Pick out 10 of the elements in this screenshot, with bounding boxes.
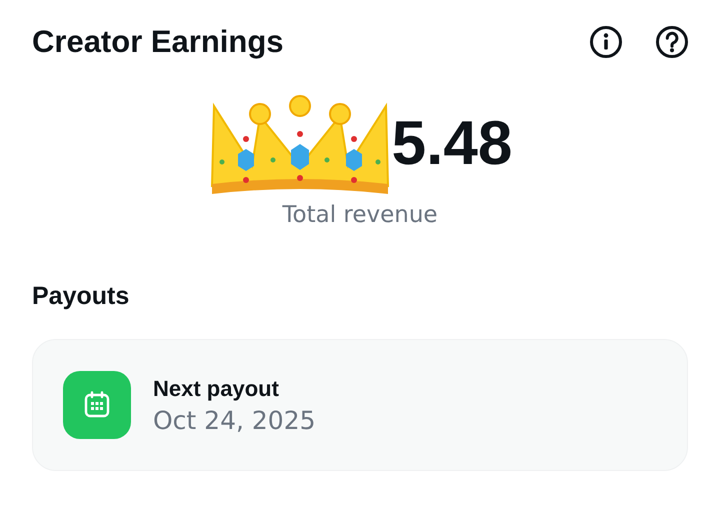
payout-title: Next payout bbox=[153, 376, 280, 402]
calendar-icon bbox=[63, 371, 131, 439]
info-icon[interactable] bbox=[589, 25, 623, 59]
revenue-amount: 5.48 bbox=[392, 108, 512, 180]
revenue-label: Total revenue bbox=[282, 202, 438, 228]
help-icon[interactable] bbox=[655, 25, 689, 59]
payout-date: Oct 24, 2025 bbox=[153, 406, 316, 434]
payout-card[interactable]: Next payout Oct 24, 2025 bbox=[32, 339, 688, 471]
page-title: Creator Earnings bbox=[32, 24, 284, 60]
section-heading: Payouts bbox=[32, 282, 130, 311]
